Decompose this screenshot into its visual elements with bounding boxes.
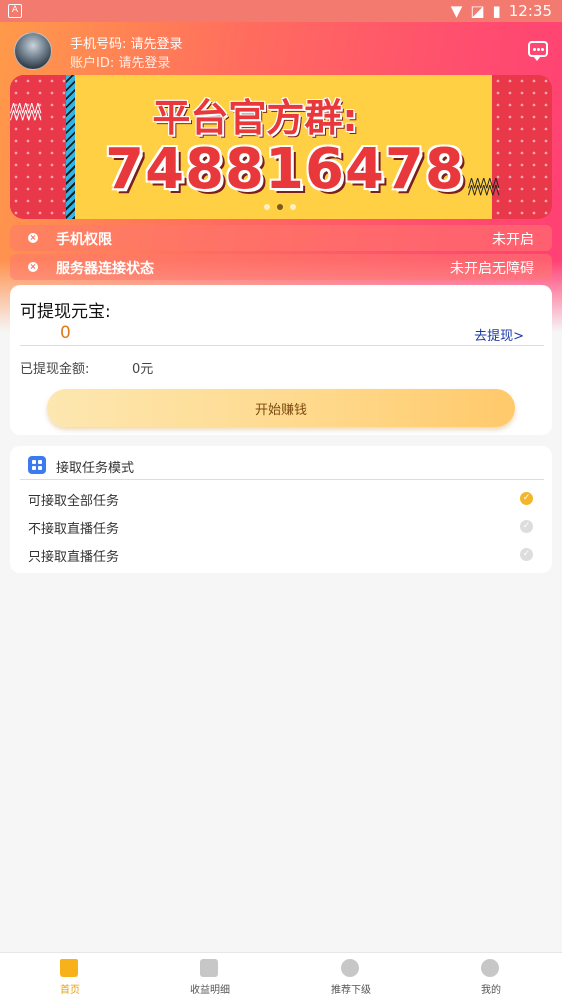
permission-label: 服务器连接状态 (56, 261, 154, 277)
carousel-indicator (264, 204, 296, 210)
avatar[interactable] (14, 32, 52, 70)
check-circle-icon[interactable]: ✓ (520, 520, 533, 533)
tab-label: 收益明细 (190, 985, 230, 996)
permission-label: 手机权限 (56, 232, 112, 248)
carousel-dot[interactable] (264, 204, 270, 210)
option-label: 只接取直播任务 (28, 550, 120, 565)
banner-title: 平台官方群: (152, 96, 358, 140)
status-time: 12:35 (508, 2, 552, 20)
user-phone-text[interactable]: 手机号码: 请先登录 (70, 33, 183, 52)
no-signal-icon: ◪ (470, 2, 485, 20)
status-icons: ▼ ◪ ▮ 12:35 (451, 2, 552, 20)
carousel-dot-active[interactable] (277, 204, 283, 210)
banner-carousel[interactable]: /\/\/\/\/\/\/\/\/\/\ /\/\/\/\/\/\/\/\/\/… (10, 75, 552, 219)
check-circle-icon[interactable]: ✓ (520, 492, 533, 505)
home-icon (60, 959, 78, 977)
banner-pattern-left (10, 75, 68, 219)
tab-label: 我的 (481, 985, 501, 996)
users-icon (341, 959, 359, 977)
bottom-tab-bar: 首页 收益明细 推荐下级 我的 (0, 952, 562, 1000)
tab-income[interactable]: 收益明细 (140, 953, 280, 1000)
permission-row-server[interactable]: × 服务器连接状态 未开启无障碍 (10, 254, 552, 280)
carousel-dot[interactable] (290, 204, 296, 210)
tab-label: 首页 (60, 985, 80, 996)
start-earning-button[interactable]: 开始赚钱 (47, 389, 515, 427)
withdraw-link[interactable]: 去提现> (474, 325, 524, 344)
wallet-title: 可提现元宝: (20, 302, 111, 322)
banner-stripe (66, 75, 75, 219)
income-icon (200, 959, 218, 977)
task-option-live-only[interactable]: 只接取直播任务 ✓ (10, 542, 552, 568)
option-label: 不接取直播任务 (28, 522, 120, 537)
wallet-amount: 0 (60, 323, 71, 343)
battery-icon: ▮ (492, 2, 501, 20)
task-option-no-live[interactable]: 不接取直播任务 ✓ (10, 514, 552, 540)
wifi-icon: ▼ (450, 2, 463, 20)
tab-home[interactable]: 首页 (0, 953, 140, 1000)
status-bar: A ▼ ◪ ▮ 12:35 (0, 0, 562, 22)
zigzag-decoration: /\/\/\/\/\/\/\/\/\/\ (10, 101, 41, 122)
close-circle-icon: × (28, 233, 38, 243)
divider (20, 479, 544, 480)
grid-icon (28, 456, 46, 474)
tab-profile[interactable]: 我的 (421, 953, 561, 1000)
withdrawn-value: 0元 (132, 362, 154, 377)
divider (20, 345, 544, 346)
notification-icon: A (8, 4, 22, 18)
check-circle-icon[interactable]: ✓ (520, 548, 533, 561)
permission-row-phone[interactable]: × 手机权限 未开启 (10, 225, 552, 251)
task-mode-title: 接取任务模式 (56, 461, 135, 476)
permission-status: × 手机权限 未开启 × 服务器连接状态 未开启无障碍 (10, 225, 552, 280)
message-icon[interactable] (528, 41, 548, 61)
profile-icon (481, 959, 499, 977)
wallet-card: 可提现元宝: 0 去提现> 已提现金额: 0元 开始赚钱 (10, 285, 552, 435)
close-circle-icon: × (28, 262, 38, 272)
withdrawn-label: 已提现金额: (20, 362, 90, 377)
user-id-text: 账户ID: 请先登录 (70, 56, 171, 71)
banner-group-number: 748816478 (105, 137, 465, 202)
permission-value: 未开启 (492, 232, 534, 248)
tab-referral[interactable]: 推荐下级 (281, 953, 421, 1000)
option-label: 可接取全部任务 (28, 494, 120, 509)
task-option-all[interactable]: 可接取全部任务 ✓ (10, 486, 552, 512)
permission-value: 未开启无障碍 (450, 261, 534, 277)
task-mode-card: 接取任务模式 可接取全部任务 ✓ 不接取直播任务 ✓ 只接取直播任务 ✓ (10, 446, 552, 573)
tab-label: 推荐下级 (331, 985, 371, 996)
